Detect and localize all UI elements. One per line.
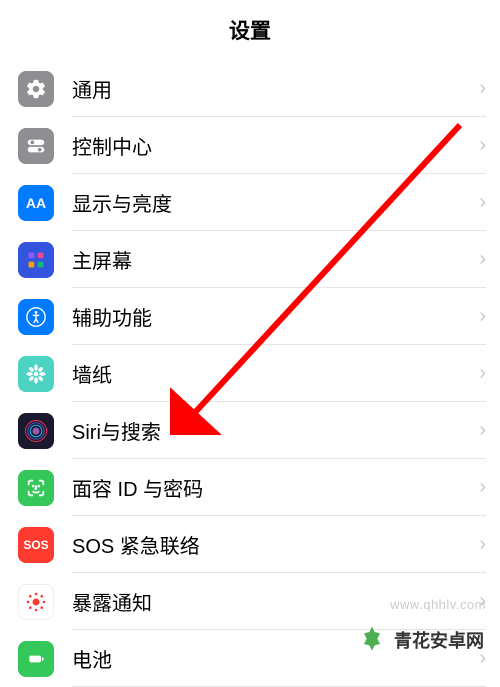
settings-item-siri[interactable]: Siri与搜索 ›	[0, 402, 500, 459]
siri-icon	[18, 413, 54, 449]
header: 设置	[0, 0, 500, 60]
watermark-brand: 青花安卓网	[394, 627, 484, 653]
grid-icon	[18, 242, 54, 278]
flower-icon	[18, 356, 54, 392]
settings-item-control-center[interactable]: 控制中心 ›	[0, 117, 500, 174]
settings-item-display[interactable]: AA 显示与亮度 ›	[0, 174, 500, 231]
item-label: 面容 ID 与密码	[72, 473, 203, 502]
faceid-icon	[18, 470, 54, 506]
chevron-right-icon: ›	[479, 248, 486, 271]
chevron-right-icon: ›	[479, 476, 486, 499]
sos-icon: SOS	[18, 527, 54, 563]
item-label: 通用	[72, 74, 112, 103]
watermark-url: www.qhhlv.com	[390, 597, 486, 612]
chevron-right-icon: ›	[479, 305, 486, 328]
chevron-right-icon: ›	[479, 77, 486, 100]
item-label: 控制中心	[72, 131, 152, 160]
page-title: 设置	[229, 15, 271, 45]
item-label: 墙纸	[72, 359, 112, 388]
accessibility-icon	[18, 299, 54, 335]
chevron-right-icon: ›	[479, 134, 486, 157]
settings-list: 通用 › 控制中心 › AA 显示与亮度 › 主屏幕 ›	[0, 60, 500, 687]
settings-item-accessibility[interactable]: 辅助功能 ›	[0, 288, 500, 345]
text-size-icon: AA	[18, 185, 54, 221]
battery-icon	[18, 641, 54, 677]
gear-icon	[18, 71, 54, 107]
settings-item-general[interactable]: 通用 ›	[0, 60, 500, 117]
item-label: 暴露通知	[72, 587, 152, 616]
item-label: 主屏幕	[72, 245, 132, 274]
settings-item-faceid[interactable]: 面容 ID 与密码 ›	[0, 459, 500, 516]
settings-item-home-screen[interactable]: 主屏幕 ›	[0, 231, 500, 288]
chevron-right-icon: ›	[479, 533, 486, 556]
watermark-logo: 青花安卓网	[356, 624, 484, 656]
item-label: 显示与亮度	[72, 188, 172, 217]
chevron-right-icon: ›	[479, 362, 486, 385]
chevron-right-icon: ›	[479, 419, 486, 442]
toggles-icon	[18, 128, 54, 164]
settings-item-sos[interactable]: SOS SOS 紧急联络 ›	[0, 516, 500, 573]
item-label: Siri与搜索	[72, 416, 161, 445]
settings-item-wallpaper[interactable]: 墙纸 ›	[0, 345, 500, 402]
item-label: 辅助功能	[72, 302, 152, 331]
item-label: SOS 紧急联络	[72, 530, 200, 559]
item-label: 电池	[72, 644, 112, 673]
exposure-icon	[18, 584, 54, 620]
chevron-right-icon: ›	[479, 191, 486, 214]
